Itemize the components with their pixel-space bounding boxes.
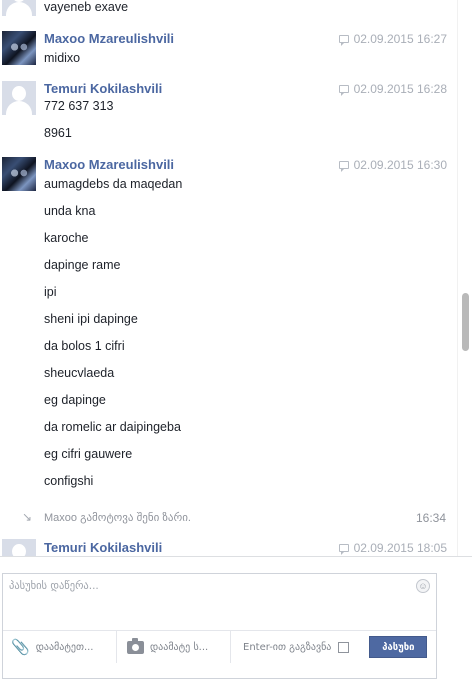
message-text: unda kna: [44, 204, 96, 218]
author-name[interactable]: Maxoo Mzareulishvili: [44, 31, 174, 46]
timestamp-text: 02.09.2015 18:05: [353, 541, 447, 555]
chat-scrollbar[interactable]: [457, 0, 472, 556]
enter-to-send-checkbox[interactable]: [338, 641, 350, 653]
add-photo-button[interactable]: დაამატე ს...: [117, 631, 231, 663]
message-text: vayeneb exave: [44, 0, 129, 14]
message-timestamp: 02.09.2015 16:27: [338, 32, 447, 46]
message-text: eg cifri gauwere: [44, 447, 133, 461]
message-text: ipi: [44, 285, 57, 299]
message-text: sheni ipi dapinge: [44, 312, 138, 326]
add-files-button[interactable]: 📎 დაამატეთ...: [3, 631, 117, 663]
avatar[interactable]: [2, 81, 36, 115]
message-icon: [338, 161, 349, 172]
author-name[interactable]: Temuri Kokilashvili: [44, 540, 162, 555]
message-timestamp: 02.09.2015 18:05: [338, 541, 447, 555]
message-text: dapinge rame: [44, 258, 121, 272]
message-icon: [338, 544, 349, 555]
avatar[interactable]: [2, 31, 36, 65]
avatar[interactable]: [2, 0, 36, 16]
message-text: 772 637 313: [44, 99, 114, 113]
avatar[interactable]: [2, 539, 36, 556]
missed-call-icon: ↘: [22, 510, 33, 524]
missed-call-text: Maxoo გამოტოვა შენი ზარი.: [44, 512, 191, 524]
message-text: 8961: [44, 126, 72, 140]
message-text: da romelic ar daipingeba: [44, 420, 181, 434]
message-timestamp: 02.09.2015 16:28: [338, 82, 447, 96]
composer-toolbar: 📎 დაამატეთ... დაამატე ს... Enter-ით გაგზ…: [3, 630, 436, 663]
emoji-icon[interactable]: ☺: [416, 579, 430, 593]
chat-thread: vayeneb exave Maxoo Mzareulishvili 02.09…: [0, 0, 456, 556]
message-text: aumagdebs da maqedan: [44, 177, 183, 191]
missed-call-notice: ↘ Maxoo გამოტოვა შენი ზარი. 16:34: [0, 509, 456, 527]
missed-call-time: 16:34: [415, 511, 446, 525]
avatar[interactable]: [2, 157, 36, 191]
add-files-label: დაამატეთ...: [35, 641, 94, 653]
reply-box: ☺ 📎 დაამატეთ... დაამატე ს... Enter-ით გა…: [2, 573, 437, 679]
message-timestamp: 02.09.2015 16:30: [338, 158, 447, 172]
message-text: sheucvlaeda: [44, 366, 115, 380]
add-photo-label: დაამატე ს...: [150, 641, 209, 653]
send-button[interactable]: პასუხი: [369, 636, 428, 658]
enter-to-send-label: Enter-ით გაგზავნა: [243, 641, 332, 653]
timestamp-text: 02.09.2015 16:30: [353, 158, 447, 172]
scrollbar-thumb[interactable]: [462, 293, 469, 351]
timestamp-text: 02.09.2015 16:28: [353, 82, 447, 96]
message-text: eg dapinge: [44, 393, 106, 407]
camera-icon: [127, 637, 144, 654]
enter-to-send-option: Enter-ით გაგზავნა პასუხი: [231, 631, 436, 663]
paperclip-icon: 📎: [11, 638, 30, 656]
message-text: midixo: [44, 51, 81, 65]
reply-area: ☺ 📎 დაამატეთ... დაამატე ს... Enter-ით გა…: [0, 556, 472, 683]
message-icon: [338, 35, 349, 46]
reply-input[interactable]: [9, 580, 409, 620]
message-text: karoche: [44, 231, 89, 245]
message-icon: [338, 85, 349, 96]
message-text: da bolos 1 cifri: [44, 339, 125, 353]
message-text: configshi: [44, 474, 94, 488]
author-name[interactable]: Maxoo Mzareulishvili: [44, 157, 174, 172]
timestamp-text: 02.09.2015 16:27: [353, 32, 447, 46]
author-name[interactable]: Temuri Kokilashvili: [44, 81, 162, 96]
